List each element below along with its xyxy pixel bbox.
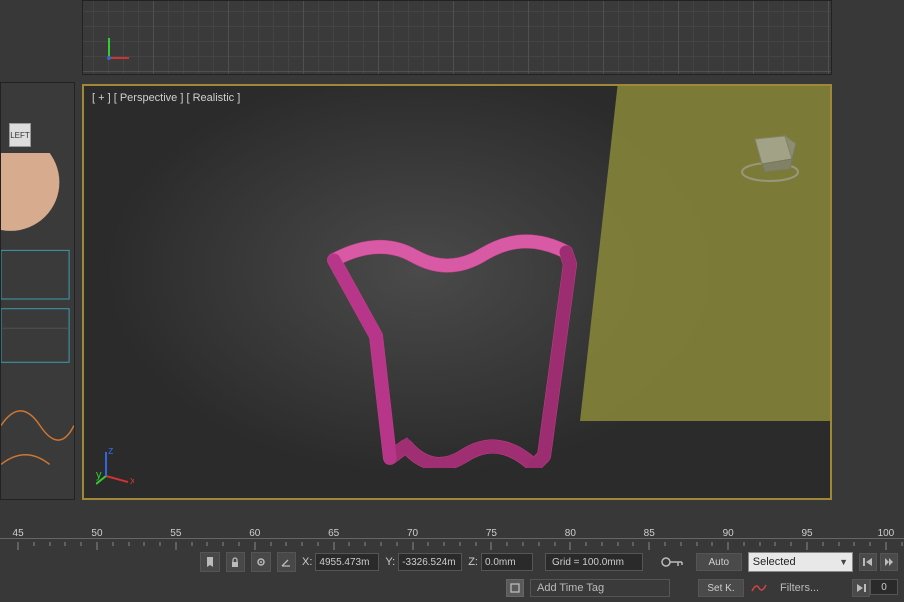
lock-icon[interactable] <box>226 552 246 572</box>
goto-end-icon[interactable] <box>852 579 870 597</box>
svg-text:x: x <box>130 475 134 486</box>
bookmark-icon[interactable] <box>200 552 220 572</box>
snap-icon[interactable] <box>251 552 271 572</box>
current-frame-input[interactable] <box>870 579 898 595</box>
tag-icon[interactable] <box>506 579 524 597</box>
axis-gizmo-top <box>103 34 133 64</box>
left-viewport-label: LEFT <box>9 123 31 147</box>
timeline-tick: 80 <box>565 528 576 539</box>
prev-key-icon[interactable] <box>859 553 877 571</box>
left-viewport[interactable]: LEFT <box>0 82 75 500</box>
coord-x-input[interactable] <box>315 553 379 571</box>
timeline-tick: 50 <box>91 528 102 539</box>
set-key-button[interactable]: Set K. <box>698 579 744 597</box>
timeline-tick: 45 <box>13 528 24 539</box>
perspective-viewport[interactable]: [ + ] [ Perspective ] [ Realistic ] x y … <box>82 84 832 500</box>
svg-text:z: z <box>108 448 114 457</box>
status-bar-row-1: X: Y: Z: Grid = 100.0mm Auto Selected ▼ <box>0 550 904 574</box>
auto-key-button[interactable]: Auto <box>696 553 742 571</box>
key-filters-button[interactable]: Filters... <box>780 582 826 594</box>
next-key-icon[interactable] <box>880 553 898 571</box>
left-viewport-content <box>1 153 74 492</box>
viewport-label-bar[interactable]: [ + ] [ Perspective ] [ Realistic ] <box>92 92 240 104</box>
timeline-tick: 95 <box>801 528 812 539</box>
timeline[interactable]: 45 50 55 60 65 70 75 80 85 90 95 100 <box>0 510 904 548</box>
viewport-shading-menu[interactable]: [ Realistic ] <box>186 92 240 104</box>
timeline-tick: 100 <box>878 528 895 539</box>
extruded-spline-object[interactable] <box>324 168 584 468</box>
coord-z-input[interactable] <box>481 553 533 571</box>
svg-text:y: y <box>96 469 102 481</box>
viewport-view-menu[interactable]: [ Perspective ] <box>114 92 184 104</box>
key-filter-dropdown[interactable]: Selected ▼ <box>748 552 853 572</box>
curve-icon[interactable] <box>750 579 768 597</box>
timeline-tick: 60 <box>249 528 260 539</box>
timeline-tick: 65 <box>328 528 339 539</box>
coord-y-label: Y: <box>385 556 395 568</box>
timeline-tick: 55 <box>170 528 181 539</box>
top-viewport[interactable] <box>82 0 832 75</box>
key-filter-selected: Selected <box>753 556 796 568</box>
axis-gizmo-perspective: x y z <box>96 448 134 486</box>
chevron-down-icon: ▼ <box>839 557 848 567</box>
coord-z-label: Z: <box>468 556 478 568</box>
timeline-tick: 75 <box>486 528 497 539</box>
time-ruler[interactable]: 45 50 55 60 65 70 75 80 85 90 95 100 <box>0 528 904 546</box>
timeline-tick: 90 <box>723 528 734 539</box>
status-bar-row-2: Add Time Tag Set K. Filters... <box>0 576 904 600</box>
grid-readout: Grid = 100.0mm <box>545 553 643 571</box>
viewport-maximize-toggle[interactable]: [ + ] <box>92 92 111 104</box>
viewcube[interactable] <box>730 114 810 194</box>
timeline-tick: 85 <box>644 528 655 539</box>
key-icon[interactable] <box>659 553 686 571</box>
timeline-tick: 70 <box>407 528 418 539</box>
coord-y-input[interactable] <box>398 553 462 571</box>
snap-angle-icon[interactable] <box>277 552 297 572</box>
coord-x-label: X: <box>302 556 312 568</box>
add-time-tag-button[interactable]: Add Time Tag <box>530 579 670 597</box>
